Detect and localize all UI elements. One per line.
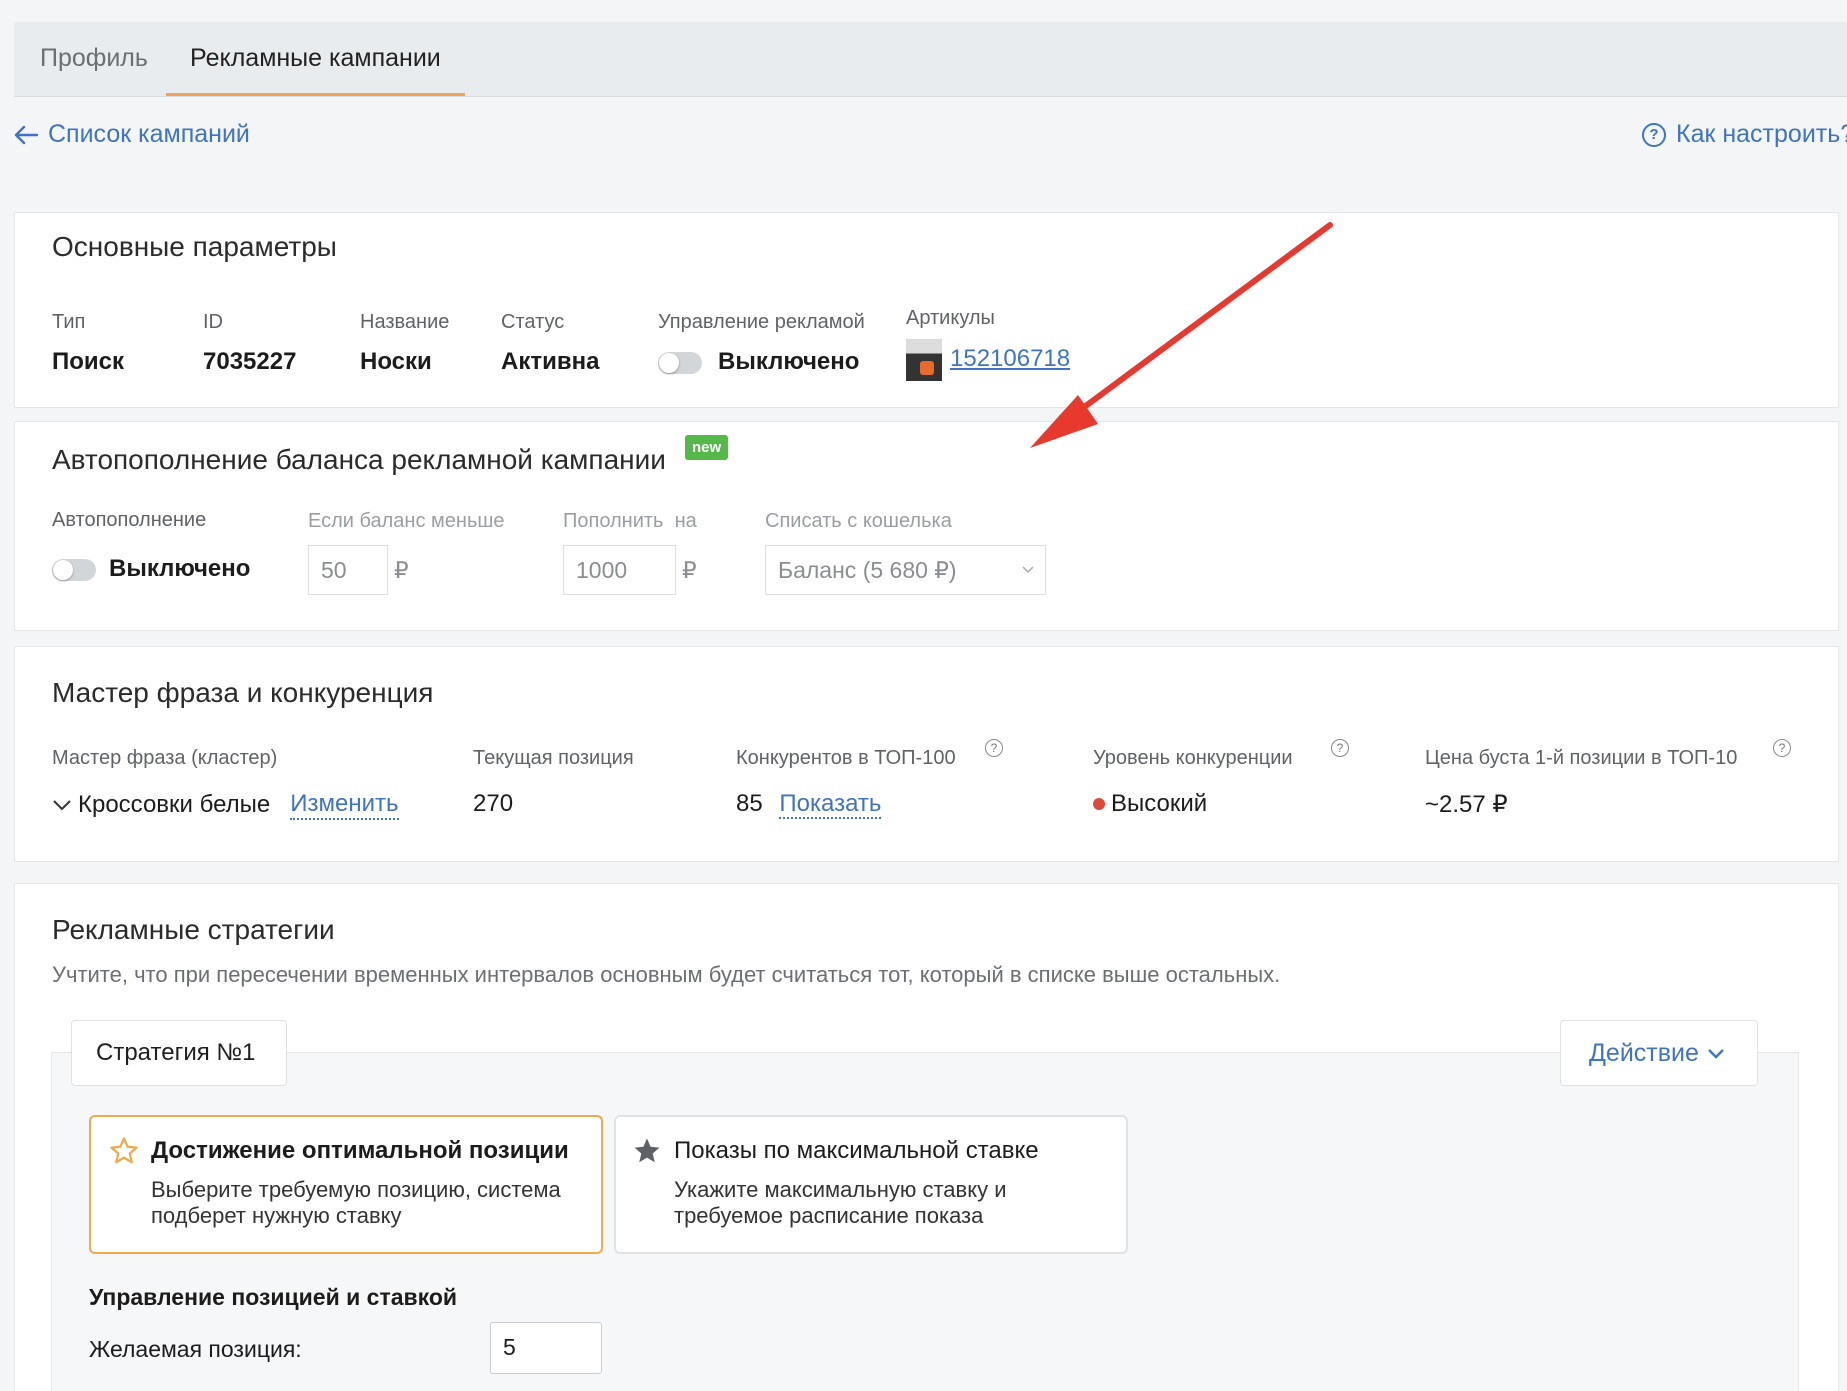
show-competitors-link[interactable]: Показать — [779, 790, 882, 819]
id-value: 7035227 — [203, 348, 297, 375]
strategy-tab-label: Стратегия №1 — [96, 1039, 256, 1066]
price-label: Цена буста 1-й позиции в ТОП-10 — [1425, 747, 1738, 769]
position-label: Текущая позиция — [473, 747, 634, 769]
product-thumbnail[interactable] — [906, 339, 942, 381]
topup-currency: ₽ — [682, 557, 697, 583]
level-row: Высокий — [1093, 790, 1207, 818]
tab-bar: Профиль Рекламные кампании — [14, 22, 1847, 97]
level-dot-icon — [1093, 798, 1105, 810]
change-phrase-link[interactable]: Изменить — [290, 790, 399, 820]
level-help-icon[interactable]: ? — [1331, 739, 1349, 757]
name-label: Название — [360, 311, 450, 333]
threshold-input[interactable]: 50 — [308, 545, 388, 595]
autofill-title: Автопополнение баланса рекламной кампани… — [52, 444, 666, 475]
ad-control-value: Выключено — [718, 348, 860, 375]
tab-profile[interactable]: Профиль — [40, 22, 148, 96]
autofill-value: Выключено — [109, 555, 251, 582]
type-value: Поиск — [52, 348, 125, 375]
strategies-title: Рекламные стратегии — [52, 914, 335, 945]
autofill-card: Автопополнение баланса рекламной кампани… — [14, 421, 1839, 631]
autofill-label: Автопополнение — [52, 509, 207, 531]
desired-position-label: Желаемая позиция: — [89, 1336, 302, 1362]
ad-control-toggle[interactable] — [658, 352, 702, 374]
option2-title: Показы по максимальной ставке — [674, 1137, 1039, 1164]
status-value: Активна — [501, 348, 600, 375]
tab-ad-campaigns[interactable]: Рекламные кампании — [166, 22, 465, 96]
chevron-down-icon — [1708, 1048, 1724, 1059]
master-title: Мастер фраза и конкуренция — [52, 677, 434, 708]
option-optimal-position[interactable]: Достижение оптимальной позиции Выберите … — [89, 1115, 603, 1254]
ad-control-label: Управление рекламой — [658, 311, 865, 333]
position-value: 270 — [473, 790, 514, 817]
article-link[interactable]: 152106718 — [950, 345, 1070, 373]
phrase-label: Мастер фраза (кластер) — [52, 747, 278, 769]
level-label: Уровень конкуренции — [1093, 747, 1293, 769]
id-label: ID — [203, 311, 223, 333]
master-phrase-card: Мастер фраза и конкуренция Мастер фраза … — [14, 646, 1839, 862]
back-to-campaigns-link[interactable]: Список кампаний — [14, 120, 250, 149]
sock-image — [920, 361, 934, 375]
level-value: Высокий — [1111, 790, 1208, 817]
topup-label: Пополнить на — [563, 510, 697, 532]
desired-position-input[interactable]: 5 — [490, 1322, 602, 1374]
price-value: ~2.57 ₽ — [1425, 791, 1508, 818]
arrow-left-icon — [14, 125, 38, 144]
option1-desc: Выберите требуемую позицию, система подб… — [151, 1177, 561, 1228]
action-label: Действие — [1589, 1039, 1699, 1067]
threshold-currency: ₽ — [394, 557, 409, 583]
star-outline-icon — [110, 1137, 138, 1164]
how-to-setup-link[interactable]: ? Как настроить? — [1642, 120, 1847, 149]
question-icon: ? — [1642, 122, 1666, 147]
new-badge: new — [685, 435, 729, 460]
basic-params-card: Основные параметры Тип Поиск ID 7035227 … — [14, 212, 1839, 408]
competitors-help-icon[interactable]: ? — [985, 739, 1003, 757]
phrase-value: Кроссовки белые — [78, 791, 271, 818]
star-filled-icon — [634, 1138, 660, 1163]
action-button[interactable]: Действие — [1560, 1020, 1758, 1086]
strategies-note: Учтите, что при пересечении временных ин… — [52, 962, 1281, 987]
option-max-bid[interactable]: Показы по максимальной ставке Укажите ма… — [614, 1115, 1128, 1254]
wallet-value: Баланс (5 680 ₽) — [778, 557, 957, 583]
name-value: Носки — [360, 348, 432, 375]
competitors-row: 85 Показать — [736, 790, 882, 819]
control-title: Управление позицией и ставкой — [89, 1284, 458, 1310]
wallet-label: Списать с кошелька — [765, 510, 952, 532]
chevron-down-icon[interactable] — [52, 798, 72, 812]
option2-desc: Укажите максимальную ставку и требуемое … — [674, 1177, 1007, 1228]
option1-title: Достижение оптимальной позиции — [151, 1137, 569, 1164]
back-label: Список кампаний — [48, 120, 250, 148]
price-help-icon[interactable]: ? — [1773, 739, 1791, 757]
threshold-label: Если баланс меньше — [308, 510, 505, 532]
type-label: Тип — [52, 311, 86, 333]
phrase-row: Кроссовки белые Изменить — [52, 790, 399, 820]
help-label: Как настроить? — [1676, 120, 1847, 148]
articles-label: Артикулы — [906, 307, 995, 329]
strategy-tab[interactable]: Стратегия №1 — [71, 1020, 287, 1086]
competitors-label: Конкурентов в ТОП-100 — [736, 747, 956, 769]
wallet-select[interactable]: Баланс (5 680 ₽) — [765, 545, 1046, 595]
chevron-down-icon — [1022, 566, 1034, 574]
topup-input[interactable]: 1000 — [563, 545, 676, 595]
competitors-value: 85 — [736, 790, 763, 817]
autofill-toggle[interactable] — [52, 559, 96, 581]
basic-params-title: Основные параметры — [52, 231, 337, 262]
status-label: Статус — [501, 311, 565, 333]
